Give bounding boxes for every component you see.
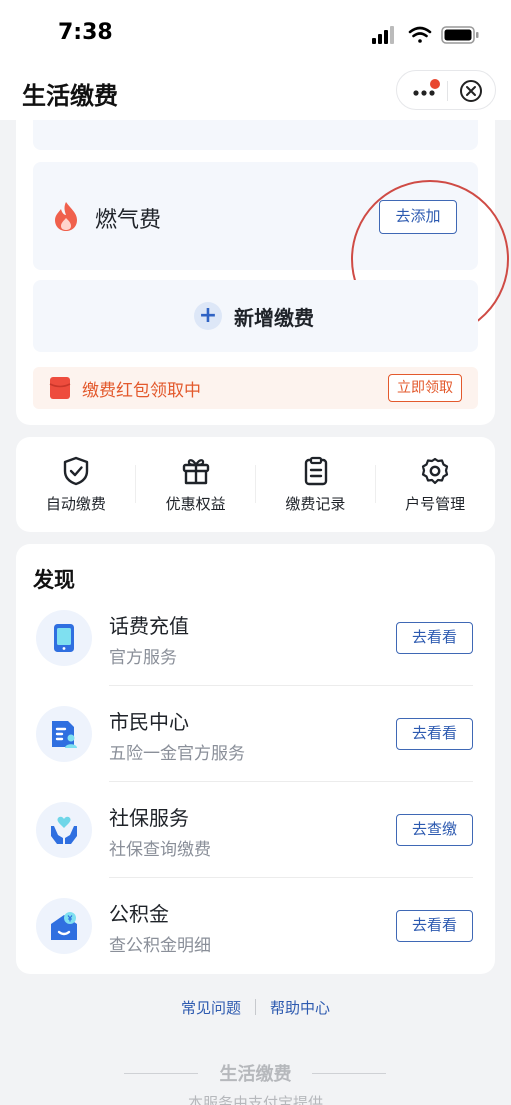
new-bill-row[interactable]: + 新增缴费 xyxy=(33,280,478,352)
discover-item-name: 社保服务 xyxy=(109,806,189,830)
footer-provider-text: 本服务由支付宝提供 xyxy=(187,1094,323,1105)
quick-action-account-manage[interactable]: 户号管理 xyxy=(375,437,495,532)
flame-icon xyxy=(55,202,77,231)
promo-banner[interactable]: 缴费红包领取中 立即领取 xyxy=(33,367,478,409)
divider xyxy=(255,999,256,1015)
quick-actions-card: 自动缴费 优惠权益 缴费记录 户号管理 xyxy=(16,437,495,532)
page-title: 生活缴费 xyxy=(22,82,118,110)
plus-icon: + xyxy=(194,302,222,330)
house-fund-icon xyxy=(51,912,77,940)
quick-action-benefits[interactable]: 优惠权益 xyxy=(136,437,256,532)
faq-link[interactable]: 常见问题 xyxy=(181,997,241,1018)
help-center-link[interactable]: 帮助中心 xyxy=(270,997,330,1018)
discover-item-subtitle: 查公积金明细 xyxy=(109,936,211,956)
promo-label: 缴费红包领取中 xyxy=(82,381,201,401)
shield-check-icon xyxy=(63,456,89,486)
divider xyxy=(312,1073,386,1074)
new-bill-label: 新增缴费 xyxy=(234,306,314,330)
bills-card: 燃气费 去添加 + 新增缴费 缴费红包领取中 立即领取 xyxy=(16,120,509,425)
status-icons xyxy=(372,26,479,44)
discover-item-button[interactable]: 去看看 xyxy=(396,910,473,942)
footer-brand-text: 生活缴费 xyxy=(219,1064,292,1085)
battery-icon xyxy=(441,26,479,44)
previous-bill-row xyxy=(33,120,478,150)
clipboard-icon xyxy=(304,456,327,486)
quick-action-label: 自动缴费 xyxy=(45,495,106,513)
quick-action-label: 优惠权益 xyxy=(165,495,226,513)
quick-action-auto-pay[interactable]: 自动缴费 xyxy=(16,437,136,532)
gift-icon xyxy=(182,459,209,485)
discover-item-name: 话费充值 xyxy=(109,614,189,638)
discover-item-social-security[interactable]: 社保服务 社保查询缴费 去查缴 xyxy=(16,736,495,860)
discover-item-phone-recharge[interactable]: 话费充值 官方服务 去看看 xyxy=(16,544,495,668)
close-circle-icon[interactable] xyxy=(459,79,483,103)
gear-icon xyxy=(422,457,449,485)
discover-icon-wrap xyxy=(36,898,92,954)
status-time: 7:38 xyxy=(58,20,113,45)
discover-item-name: 市民中心 xyxy=(109,710,189,734)
quick-action-label: 缴费记录 xyxy=(285,495,346,513)
discover-item-housing-fund[interactable]: 公积金 查公积金明细 去看看 xyxy=(16,832,495,956)
footer-links: 常见问题 帮助中心 xyxy=(0,997,511,1018)
discover-card: 发现 话费充值 官方服务 去看看 市民中心 五险一金官方服务 去看看 社保服务 … xyxy=(16,544,495,974)
gas-bill-row[interactable]: 燃气费 去添加 xyxy=(33,162,509,338)
top-bar: 7:38 生活缴费 xyxy=(0,0,511,120)
mini-program-capsule xyxy=(396,70,496,110)
gas-bill-label: 燃气费 xyxy=(95,208,162,233)
quick-action-label: 户号管理 xyxy=(405,495,466,513)
discover-item-citizen-center[interactable]: 市民中心 五险一金官方服务 去看看 xyxy=(16,640,495,764)
claim-now-button[interactable]: 立即领取 xyxy=(388,374,462,402)
footer-brand: 生活缴费 xyxy=(0,1060,511,1088)
quick-action-records[interactable]: 缴费记录 xyxy=(256,437,376,532)
red-envelope-icon xyxy=(49,377,71,399)
signal-icon xyxy=(372,26,394,44)
more-dots-icon[interactable] xyxy=(411,79,441,103)
discover-item-name: 公积金 xyxy=(109,902,169,926)
wifi-icon xyxy=(408,26,432,43)
capsule-divider xyxy=(447,81,448,101)
